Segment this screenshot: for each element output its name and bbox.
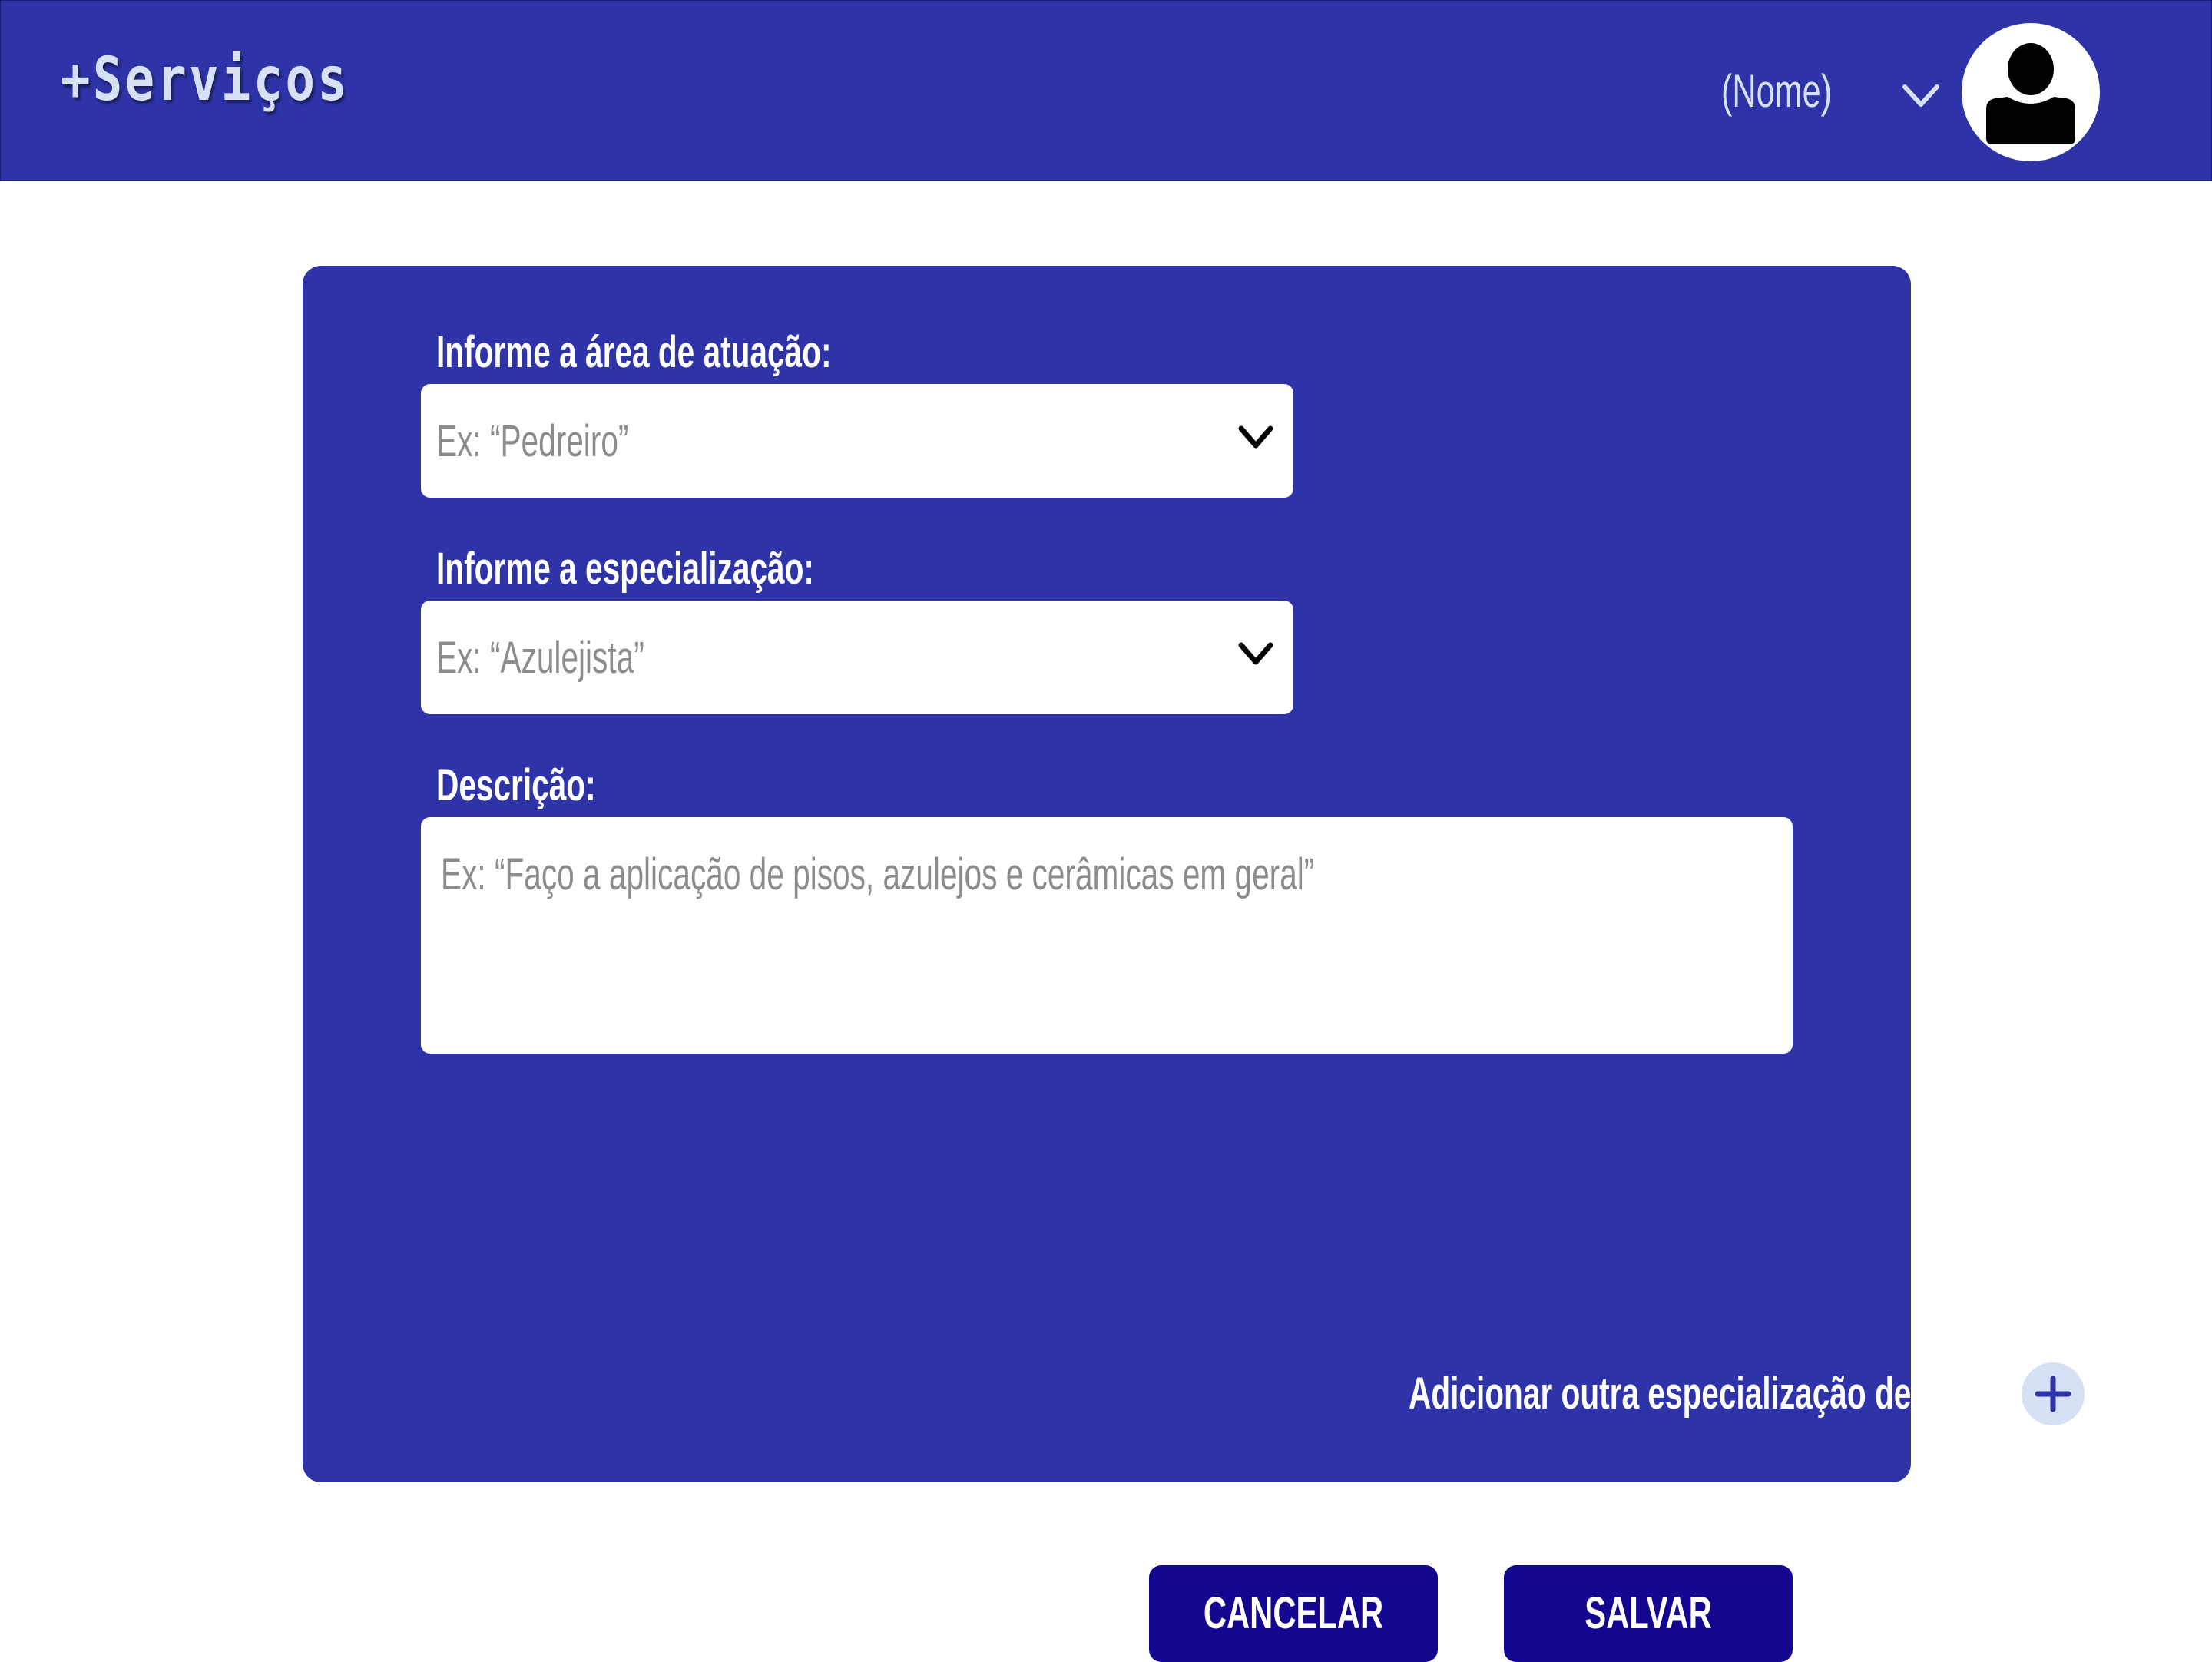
chevron-down-icon xyxy=(1238,642,1273,665)
save-button-label: SALVAR xyxy=(1584,1588,1712,1638)
chevron-down-icon[interactable] xyxy=(1901,82,1941,110)
service-form-card: Informe a área de atuação: Ex: “Pedreiro… xyxy=(303,266,2085,1662)
description-placeholder: Ex: “Faço a aplicação de pisos, azulejos… xyxy=(441,849,1315,899)
save-button[interactable]: SALVAR xyxy=(1504,1565,1793,1662)
top-bar: +Serviços (Nome) xyxy=(0,0,2212,181)
cancel-button[interactable]: CANCELAR xyxy=(1149,1565,1438,1662)
description-label: Descrição: xyxy=(436,760,596,810)
specialization-placeholder: Ex: “Azulejista” xyxy=(436,633,644,683)
add-specialization-label: Adicionar outra especialização de serviç… xyxy=(1409,1369,2029,1419)
area-select[interactable]: Ex: “Pedreiro” xyxy=(421,384,1293,498)
chevron-down-icon xyxy=(1238,425,1273,449)
plus-icon[interactable] xyxy=(2022,1362,2085,1425)
user-icon xyxy=(1986,43,2075,144)
avatar[interactable] xyxy=(1962,23,2100,161)
specialization-label: Informe a especialização: xyxy=(436,544,814,594)
cancel-button-label: CANCELAR xyxy=(1203,1588,1384,1638)
area-placeholder: Ex: “Pedreiro” xyxy=(436,416,629,466)
description-field[interactable]: Ex: “Faço a aplicação de pisos, azulejos… xyxy=(421,817,1793,1054)
specialization-select[interactable]: Ex: “Azulejista” xyxy=(421,601,1293,714)
area-label: Informe a área de atuação: xyxy=(436,327,832,377)
user-name[interactable]: (Nome) xyxy=(1721,68,1832,114)
app-logo[interactable]: +Serviços xyxy=(61,50,349,110)
